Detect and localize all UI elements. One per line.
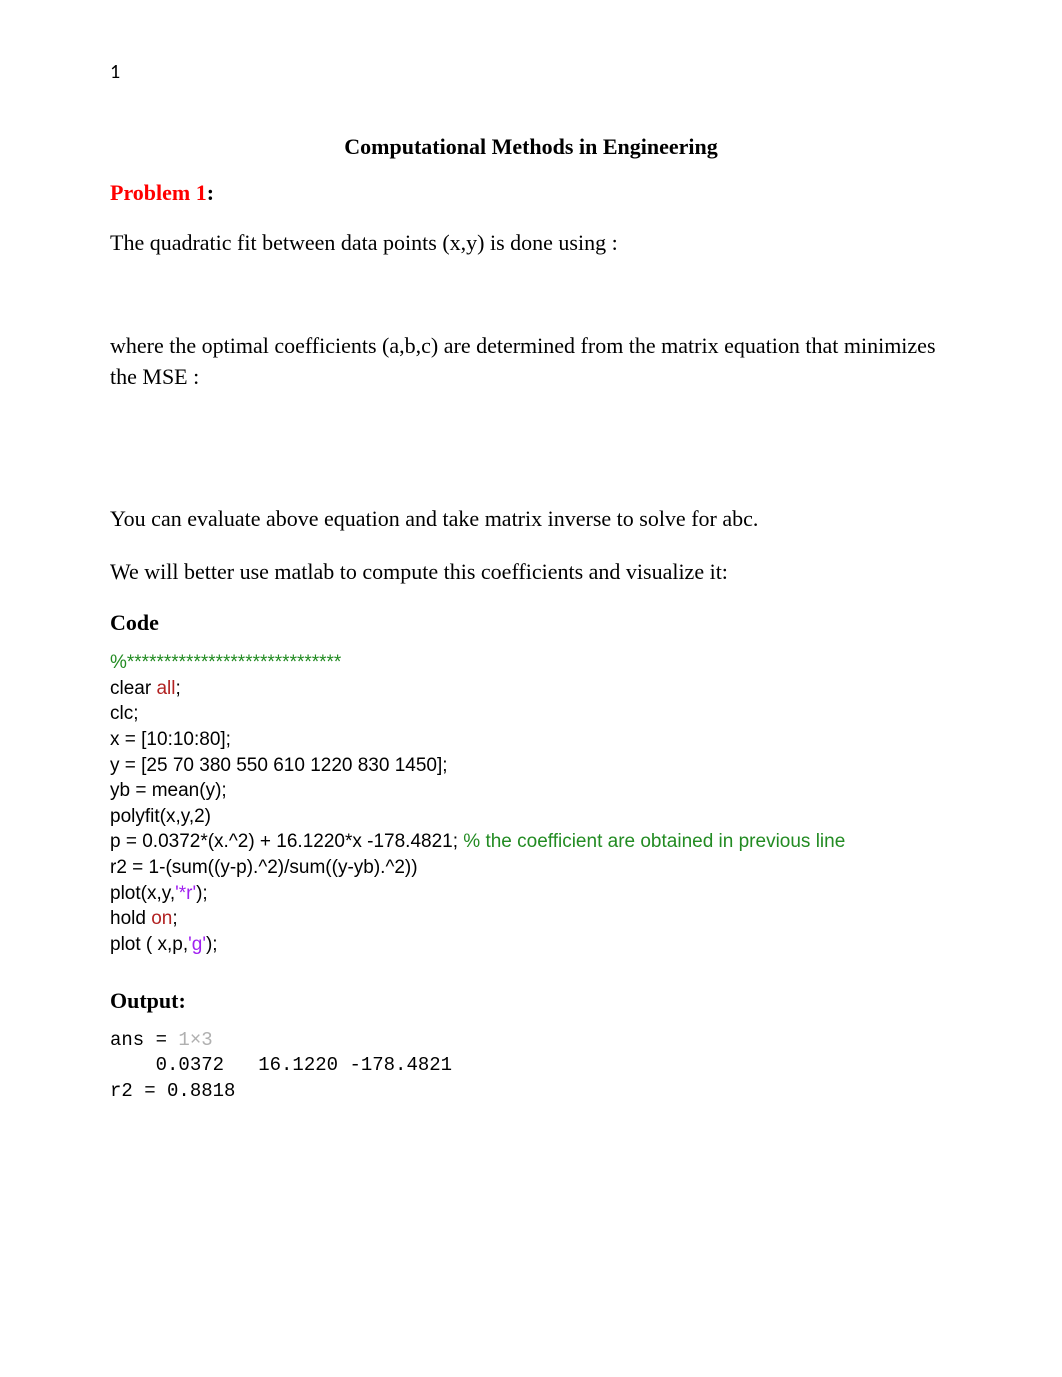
output-block: ans = 1×3 0.0372 16.1220 -178.4821 r2 = … [110, 1028, 952, 1105]
equation-placeholder-1 [110, 281, 952, 331]
code-line: y = [25 70 380 550 610 1220 830 1450]; [110, 755, 448, 776]
code-comment: % the coefficient are obtained in previo… [463, 831, 845, 852]
code-string: 'g' [188, 934, 206, 955]
code-block: %***************************** clear all… [110, 650, 952, 958]
code-semicolon: ); [196, 883, 208, 904]
output-line: 0.0372 16.1220 -178.4821 [110, 1054, 452, 1076]
code-semicolon: ); [206, 934, 218, 955]
equation-placeholder-2 [110, 414, 952, 504]
output-line: r2 = 0.8818 [110, 1080, 235, 1102]
code-heading: Code [110, 610, 952, 636]
code-keyword-on: on [151, 908, 172, 929]
page-number: 1 [110, 60, 952, 84]
code-keyword-all: all [156, 678, 175, 699]
problem-label-colon: : [207, 180, 214, 205]
paragraph-3: You can evaluate above equation and take… [110, 504, 952, 535]
code-line: plot ( x,p, [110, 934, 188, 955]
paragraph-4: We will better use matlab to compute thi… [110, 557, 952, 588]
code-line: plot(x,y, [110, 883, 175, 904]
code-line: polyfit(x,y,2) [110, 806, 211, 827]
output-dimension: 1×3 [178, 1029, 212, 1051]
code-line: x = [10:10:80]; [110, 729, 231, 750]
code-semicolon: ; [175, 678, 180, 699]
output-line: ans = [110, 1029, 178, 1051]
code-line: r2 = 1-(sum((y-p).^2)/sum((y-yb).^2)) [110, 857, 418, 878]
document-page: 1 Computational Methods in Engineering P… [0, 0, 1062, 1185]
code-semicolon: ; [172, 908, 177, 929]
problem-heading: Problem 1: [110, 180, 952, 206]
code-line: hold [110, 908, 151, 929]
page-title: Computational Methods in Engineering [110, 134, 952, 160]
code-line: p = 0.0372*(x.^2) + 16.1220*x -178.4821; [110, 831, 463, 852]
paragraph-1: The quadratic fit between data points (x… [110, 228, 952, 259]
output-heading: Output: [110, 988, 952, 1014]
code-line: clear [110, 678, 156, 699]
paragraph-2: where the optimal coefficients (a,b,c) a… [110, 331, 952, 393]
code-line: yb = mean(y); [110, 780, 227, 801]
code-line: clc; [110, 703, 139, 724]
code-string: '*r' [175, 883, 196, 904]
code-line-comment: %***************************** [110, 652, 341, 673]
problem-label-red: Problem 1 [110, 180, 207, 205]
